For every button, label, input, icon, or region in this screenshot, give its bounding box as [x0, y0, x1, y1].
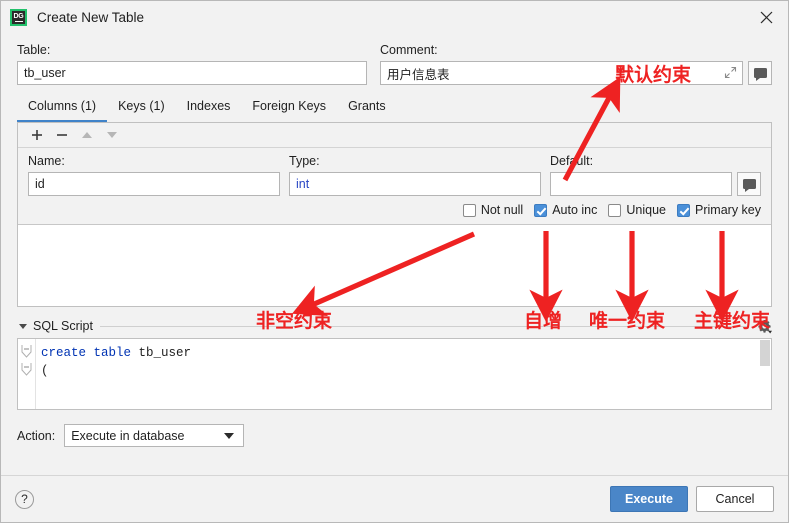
- close-button[interactable]: [744, 1, 788, 34]
- column-default-input[interactable]: [550, 172, 732, 196]
- sql-editor-scrollbar-thumb[interactable]: [760, 340, 770, 366]
- checkbox-auto-inc[interactable]: Auto inc: [534, 203, 597, 217]
- tab-columns[interactable]: Columns (1): [17, 96, 108, 122]
- column-comment-button[interactable]: [737, 172, 761, 196]
- columns-list-area[interactable]: [18, 224, 771, 306]
- sql-keyword-create-table: create table: [41, 346, 132, 360]
- not-null-label: Not null: [480, 203, 524, 217]
- code-fold-marker[interactable]: [21, 345, 32, 358]
- column-default-group: Default:: [550, 154, 761, 196]
- table-comment-input[interactable]: [380, 61, 743, 85]
- column-type-label: Type:: [289, 154, 320, 168]
- cancel-button[interactable]: Cancel: [696, 486, 774, 512]
- chevron-down-icon: [224, 432, 235, 439]
- comment-input-row: [380, 61, 772, 85]
- unique-checkbox-box: [608, 203, 622, 217]
- app-icon-label: DG: [13, 13, 24, 20]
- move-down-button: [101, 125, 123, 145]
- table-input-row: [17, 61, 367, 85]
- remove-column-button[interactable]: [51, 125, 73, 145]
- tab-keys[interactable]: Keys (1): [107, 96, 176, 122]
- help-button[interactable]: ?: [15, 489, 34, 509]
- sql-table-name: tb_user: [131, 346, 192, 360]
- auto-inc-label: Auto inc: [552, 203, 598, 217]
- arrow-down-icon: [107, 132, 117, 138]
- top-fields-row: Table: Comment:: [1, 34, 788, 85]
- speech-bubble-icon: [742, 179, 756, 192]
- column-type-group: Type:: [289, 154, 541, 196]
- plus-icon: [32, 130, 42, 140]
- checkbox-primary-key[interactable]: Primary key: [677, 203, 761, 217]
- expand-icon[interactable]: [724, 66, 737, 79]
- execute-button[interactable]: Execute: [610, 486, 688, 512]
- auto-inc-checkbox-box: [534, 203, 548, 217]
- column-name-label: Name:: [28, 154, 65, 168]
- not-null-checkbox-box: [462, 203, 476, 217]
- table-field-label: Table:: [17, 43, 51, 57]
- sql-code-content[interactable]: create table tb_user (: [36, 339, 771, 409]
- checkbox-unique[interactable]: Unique: [608, 203, 666, 217]
- chevron-down-icon: [19, 324, 27, 329]
- sql-script-settings-button[interactable]: [756, 318, 772, 334]
- primary-key-checkbox-box: [677, 203, 691, 217]
- window-title: Create New Table: [37, 10, 145, 25]
- add-column-button[interactable]: [26, 125, 48, 145]
- gear-icon: [757, 319, 772, 334]
- sql-editor-scrollbar[interactable]: [759, 339, 771, 409]
- checkbox-not-null[interactable]: Not null: [462, 203, 524, 217]
- columns-toolbar: [18, 123, 771, 148]
- editor-tabs: Columns (1) Keys (1) Indexes Foreign Key…: [17, 96, 772, 122]
- table-comment-button[interactable]: [748, 61, 772, 85]
- action-select-value: Execute in database: [71, 428, 185, 443]
- code-fold-marker[interactable]: [21, 363, 32, 376]
- move-up-button: [76, 125, 98, 145]
- comment-input-wrap: [380, 61, 743, 85]
- unique-label: Unique: [626, 203, 667, 217]
- action-row: Action: Execute in database: [17, 424, 772, 447]
- datagrip-app-icon: DG: [10, 9, 27, 26]
- speech-bubble-icon: [753, 68, 767, 81]
- help-icon: ?: [21, 492, 28, 506]
- tab-foreign-keys[interactable]: Foreign Keys: [241, 96, 337, 122]
- table-field-group: Table:: [17, 34, 367, 85]
- columns-editor-panel: Name: Type: Default: Not null: [17, 122, 772, 307]
- column-type-input[interactable]: [289, 172, 541, 196]
- column-properties-row: Name: Type: Default:: [18, 148, 771, 196]
- sql-editor-gutter: [18, 339, 36, 409]
- sql-script-divider: [99, 325, 748, 327]
- column-default-input-row: [550, 172, 761, 196]
- tab-grants[interactable]: Grants: [337, 96, 397, 122]
- sql-open-paren: (: [41, 364, 49, 378]
- sql-script-collapse-toggle[interactable]: [17, 320, 29, 332]
- sql-script-header: SQL Script: [17, 318, 772, 334]
- minus-icon: [57, 134, 67, 136]
- sql-script-editor[interactable]: create table tb_user (: [17, 338, 772, 410]
- create-new-table-dialog: DG Create New Table Table: Comment:: [0, 0, 789, 523]
- action-select[interactable]: Execute in database: [64, 424, 245, 447]
- comment-field-group: Comment:: [380, 34, 772, 85]
- dialog-footer: ? Execute Cancel: [1, 475, 788, 522]
- primary-key-label: Primary key: [695, 203, 761, 217]
- comment-field-label: Comment:: [380, 43, 438, 57]
- table-name-input[interactable]: [17, 61, 367, 85]
- column-name-group: Name:: [28, 154, 280, 196]
- arrow-up-icon: [82, 132, 92, 138]
- titlebar: DG Create New Table: [1, 1, 788, 34]
- column-default-label: Default:: [550, 154, 594, 168]
- action-label: Action:: [17, 428, 56, 443]
- column-flags-row: Not null Auto inc Unique Primary key: [18, 196, 771, 224]
- column-name-input[interactable]: [28, 172, 280, 196]
- tab-indexes[interactable]: Indexes: [176, 96, 242, 122]
- close-icon: [760, 11, 772, 24]
- sql-script-label: SQL Script: [33, 319, 93, 333]
